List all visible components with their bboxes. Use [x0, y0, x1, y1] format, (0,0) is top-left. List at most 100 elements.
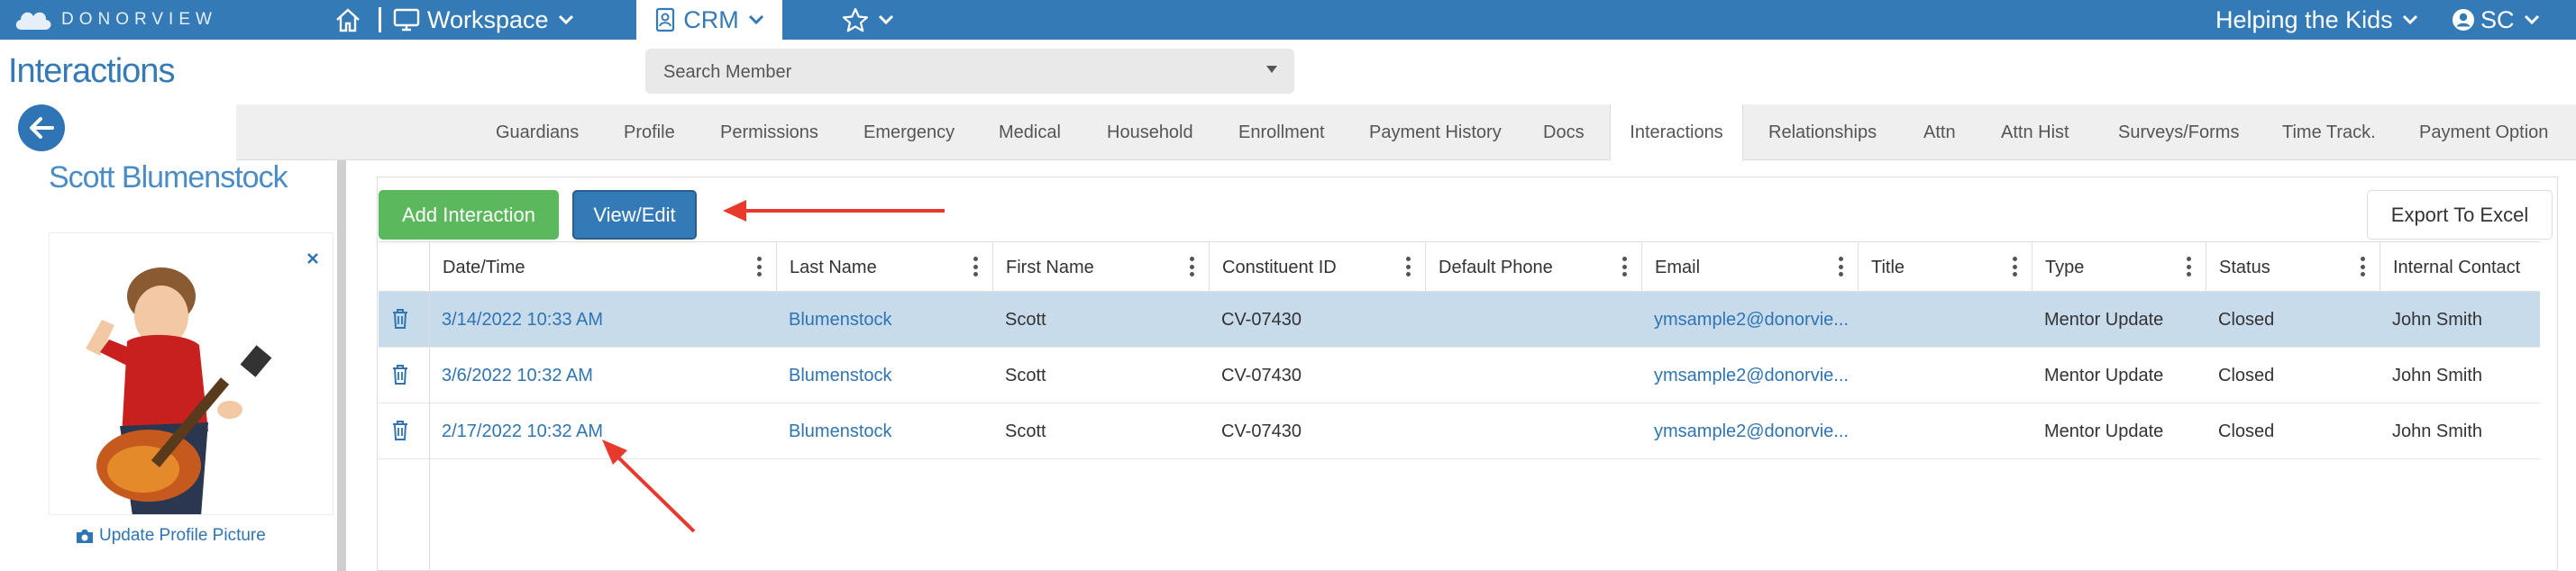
cell-date[interactable]: 3/6/2022 10:32 AM	[429, 348, 776, 403]
column-menu-icon[interactable]	[2186, 257, 2191, 276]
column-label: Constituent ID	[1222, 257, 1337, 277]
cell-title	[1858, 403, 2032, 459]
delete-row-button[interactable]	[391, 364, 409, 390]
column-menu-icon[interactable]	[973, 257, 978, 276]
column-header-internal-contact[interactable]: Internal Contact	[2380, 242, 2540, 293]
cell-date[interactable]: 3/14/2022 10:33 AM	[429, 292, 776, 348]
back-button[interactable]	[18, 104, 65, 151]
cell-internal-contact: John Smith	[2392, 365, 2483, 385]
home-button[interactable]	[330, 2, 366, 38]
cell-last-name[interactable]: Blumenstock	[776, 292, 992, 348]
donorview-logo[interactable]: DONORVIEW	[13, 4, 217, 36]
tab-enrollment[interactable]: Enrollment	[1238, 104, 1325, 160]
search-member-select[interactable]: Search Member	[645, 49, 1294, 94]
export-to-excel-button[interactable]: Export To Excel	[2367, 190, 2553, 240]
cell-default-phone	[1425, 292, 1641, 348]
column-menu-icon[interactable]	[1189, 257, 1194, 276]
trash-icon	[393, 421, 407, 440]
cell-status: Closed	[2218, 365, 2275, 385]
update-profile-picture-link[interactable]: Update Profile Picture	[76, 526, 266, 546]
table-row[interactable]: 3/14/2022 10:33 AM Blumenstock Scott CV-…	[379, 292, 2540, 348]
column-header-title[interactable]: Title	[1858, 242, 2032, 293]
cell-title	[1858, 292, 2032, 348]
user-circle-icon	[2453, 9, 2474, 31]
tab-attn[interactable]: Attn	[1923, 104, 1956, 160]
cell-type: Mentor Update	[2044, 309, 2164, 330]
delete-row-button[interactable]	[391, 420, 409, 446]
cell-internal-contact: John Smith	[2392, 309, 2483, 330]
column-header-first-name[interactable]: First Name	[992, 242, 1209, 293]
close-icon	[307, 253, 318, 264]
contact-card-icon	[656, 7, 675, 32]
logo-text: DONORVIEW	[61, 10, 217, 29]
cell-status: Closed	[2218, 421, 2275, 441]
caret-down-icon	[1266, 66, 1277, 73]
column-label: Status	[2219, 257, 2270, 277]
column-header-status[interactable]: Status	[2206, 242, 2380, 293]
column-menu-icon[interactable]	[1405, 257, 1411, 276]
column-label: Date/Time	[443, 257, 525, 277]
column-menu-icon[interactable]	[1621, 257, 1627, 276]
tab-permissions[interactable]: Permissions	[720, 104, 818, 160]
tab-time-track[interactable]: Time Track.	[2282, 104, 2376, 160]
table-row[interactable]: 3/6/2022 10:32 AM Blumenstock Scott CV-0…	[379, 348, 2540, 403]
tab-surveys-forms[interactable]: Surveys/Forms	[2118, 104, 2239, 160]
column-header-constituent-id[interactable]: Constituent ID	[1209, 242, 1425, 293]
column-header-email[interactable]: Email	[1641, 242, 1858, 293]
grid-header: Date/Time Last Name First Name Constitue…	[379, 241, 2540, 293]
favorites-menu[interactable]	[842, 0, 894, 40]
user-menu[interactable]: SC	[2452, 0, 2540, 40]
grid-gutter-divider	[429, 241, 430, 571]
column-header-date[interactable]: Date/Time	[429, 242, 776, 293]
remove-photo-button[interactable]	[306, 247, 319, 270]
column-menu-icon[interactable]	[756, 257, 762, 276]
cell-date[interactable]: 2/17/2022 10:32 AM	[429, 403, 776, 459]
left-panel-scrollbar[interactable]	[337, 160, 346, 571]
organization-label: Helping the Kids	[2215, 5, 2393, 33]
cell-last-name[interactable]: Blumenstock	[776, 348, 992, 403]
delete-row-button[interactable]	[391, 308, 409, 334]
add-interaction-button[interactable]: Add Interaction	[379, 190, 559, 240]
cell-email[interactable]: ymsample2@donorvie...	[1641, 403, 1858, 459]
view-edit-button[interactable]: View/Edit	[572, 190, 697, 240]
member-name: Scott Blumenstock	[49, 160, 288, 195]
column-menu-icon[interactable]	[1838, 257, 1843, 276]
tab-interactions[interactable]: Interactions	[1610, 104, 1743, 161]
column-label: Last Name	[790, 257, 877, 277]
column-label: Type	[2045, 257, 2085, 277]
column-label: First Name	[1006, 257, 1094, 277]
column-label: Internal Contact	[2393, 257, 2521, 277]
member-tabs: Guardians Profile Permissions Emergency …	[236, 104, 2576, 161]
tab-profile[interactable]: Profile	[624, 104, 675, 160]
arrow-left-icon	[30, 117, 54, 139]
tab-guardians[interactable]: Guardians	[496, 104, 579, 160]
crm-menu[interactable]: CRM	[636, 0, 782, 40]
column-header-last-name[interactable]: Last Name	[776, 242, 992, 293]
workspace-menu[interactable]: Workspace	[393, 0, 574, 40]
tab-payment-history[interactable]: Payment History	[1369, 104, 1502, 160]
tab-attn-hist[interactable]: Attn Hist	[2001, 104, 2069, 160]
tab-emergency[interactable]: Emergency	[863, 104, 955, 160]
tab-payment-option[interactable]: Payment Option	[2419, 104, 2548, 160]
tab-docs[interactable]: Docs	[1543, 104, 1585, 160]
tab-household[interactable]: Household	[1107, 104, 1193, 160]
cell-status: Closed	[2218, 309, 2275, 330]
table-row[interactable]: 2/17/2022 10:32 AM Blumenstock Scott CV-…	[379, 403, 2540, 459]
column-label: Email	[1655, 257, 1701, 277]
cell-type: Mentor Update	[2044, 365, 2164, 385]
tab-medical[interactable]: Medical	[999, 104, 1061, 160]
column-menu-icon[interactable]	[2012, 257, 2017, 276]
column-header-default-phone[interactable]: Default Phone	[1425, 242, 1641, 293]
cell-email[interactable]: ymsample2@donorvie...	[1641, 292, 1858, 348]
column-menu-icon[interactable]	[2360, 257, 2365, 276]
profile-photo	[49, 232, 333, 515]
cell-constituent-id: CV-07430	[1221, 365, 1302, 385]
cell-default-phone	[1425, 403, 1641, 459]
column-header-type[interactable]: Type	[2032, 242, 2206, 293]
tab-relationships[interactable]: Relationships	[1768, 104, 1877, 160]
trash-icon	[393, 365, 407, 385]
cell-first-name: Scott	[1005, 365, 1046, 385]
organization-menu[interactable]: Helping the Kids	[2215, 0, 2418, 40]
cell-last-name[interactable]: Blumenstock	[776, 403, 992, 459]
cell-email[interactable]: ymsample2@donorvie...	[1641, 348, 1858, 403]
